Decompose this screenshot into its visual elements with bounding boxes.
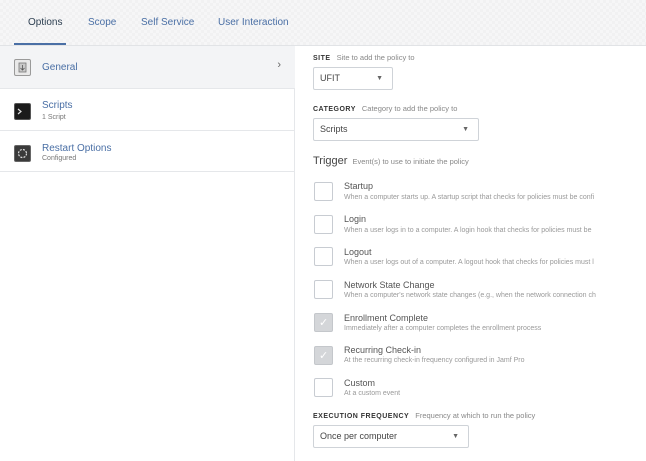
terminal-icon [14,103,31,120]
network-state-change-checkbox[interactable] [314,280,333,299]
site-label: SITE Site to add the policy to [313,53,415,62]
custom-checkbox[interactable] [314,378,333,397]
site-hint: Site to add the policy to [336,53,415,62]
login-checkbox[interactable] [314,215,333,234]
enrollment-complete-label: Enrollment Complete [344,313,429,323]
category-select[interactable]: Scripts ▼ [313,118,479,141]
site-select[interactable]: UFIT ▼ [313,67,393,90]
category-select-value: Scripts [320,124,348,134]
custom-description: At a custom event [344,390,401,397]
general-icon [14,59,31,76]
sidebar-item-subtitle: Configured [42,155,77,162]
tab-self-service[interactable]: Self Service [141,17,194,28]
execution-frequency-hint: Frequency at which to run the policy [415,411,536,420]
sidebar-item-scripts[interactable]: Scripts 1 Script [0,89,295,130]
recurring-check-in-description: At the recurring check-in frequency conf… [344,357,525,364]
tab-bar: Options Scope Self Service User Interact… [0,0,646,46]
recurring-check-in-label: Recurring Check-in [344,345,422,355]
trigger-title: Trigger Event(s) to use to initiate the p… [313,155,469,167]
caret-down-icon: ▼ [452,433,459,440]
sidebar-item-label: General [42,62,78,73]
category-hint: Category to add the policy to [361,104,458,113]
login-description: When a user logs in to a computer. A log… [344,227,592,234]
sidebar-item-label: Restart Options [42,143,112,154]
execution-frequency-value: Once per computer [320,431,398,441]
category-label: CATEGORY Category to add the policy to [313,104,458,113]
checkmark-icon: ✓ [319,350,329,362]
sidebar: General › Scripts 1 Script Restart Optio… [0,46,295,461]
enrollment-complete-description: Immediately after a computer completes t… [344,325,542,332]
restart-icon [14,145,31,162]
network-state-change-description: When a computer's network state changes … [344,292,596,299]
custom-label: Custom [344,378,376,388]
sidebar-item-label: Scripts [42,100,73,111]
tab-scope[interactable]: Scope [88,17,116,28]
recurring-check-in-checkbox[interactable]: ✓ [314,346,333,365]
execution-frequency-label: EXECUTION FREQUENCY Frequency at which to… [313,411,536,420]
site-select-value: UFIT [320,73,340,83]
login-label: Login [344,214,367,224]
checkmark-icon: ✓ [319,317,329,329]
divider [0,171,295,172]
sidebar-item-restart-options[interactable]: Restart Options Configured [0,131,295,171]
execution-frequency-select[interactable]: Once per computer ▼ [313,425,469,448]
active-tab-indicator [14,43,66,45]
trigger-hint: Event(s) to use to initiate the policy [352,157,469,166]
network-state-change-label: Network State Change [344,280,435,290]
tab-user-interaction[interactable]: User Interaction [218,17,289,28]
caret-down-icon: ▼ [376,75,383,82]
chevron-right-icon: › [277,59,281,71]
enrollment-complete-checkbox[interactable]: ✓ [314,313,333,332]
tab-options[interactable]: Options [28,17,62,28]
startup-checkbox[interactable] [314,182,333,201]
startup-description: When a computer starts up. A startup scr… [344,194,595,201]
startup-label: Startup [344,181,374,191]
policy-options-panel: SITE Site to add the policy to UFIT ▼ CAT… [296,46,646,461]
sidebar-item-subtitle: 1 Script [42,114,66,121]
caret-down-icon: ▼ [462,126,469,133]
logout-description: When a user logs out of a computer. A lo… [344,259,594,266]
logout-checkbox[interactable] [314,247,333,266]
logout-label: Logout [344,247,372,257]
sidebar-item-general[interactable]: General › [0,46,295,88]
